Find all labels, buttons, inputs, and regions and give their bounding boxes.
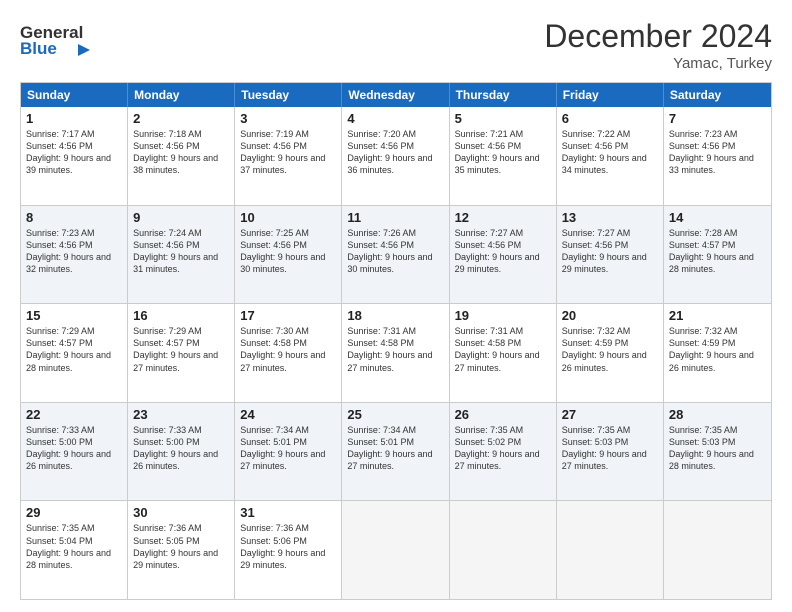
cell-dec15: 15 Sunrise: 7:29 AMSunset: 4:57 PMDaylig… [21, 304, 128, 402]
cell-dec7: 7 Sunrise: 7:23 AMSunset: 4:56 PMDayligh… [664, 107, 771, 205]
cell-dec23: 23 Sunrise: 7:33 AMSunset: 5:00 PMDaylig… [128, 403, 235, 501]
cell-dec16: 16 Sunrise: 7:29 AMSunset: 4:57 PMDaylig… [128, 304, 235, 402]
header: General Blue December 2024 Yamac, Turkey [20, 18, 772, 72]
cell-empty-3 [557, 501, 664, 599]
cell-dec20: 20 Sunrise: 7:32 AMSunset: 4:59 PMDaylig… [557, 304, 664, 402]
cell-dec8: 8 Sunrise: 7:23 AMSunset: 4:56 PMDayligh… [21, 206, 128, 304]
title-block: December 2024 Yamac, Turkey [544, 18, 772, 72]
cell-dec24: 24 Sunrise: 7:34 AMSunset: 5:01 PMDaylig… [235, 403, 342, 501]
cell-dec31: 31 Sunrise: 7:36 AMSunset: 5:06 PMDaylig… [235, 501, 342, 599]
calendar: Sunday Monday Tuesday Wednesday Thursday… [20, 82, 772, 600]
header-sunday: Sunday [21, 83, 128, 107]
cell-empty-4 [664, 501, 771, 599]
cell-dec4: 4 Sunrise: 7:20 AMSunset: 4:56 PMDayligh… [342, 107, 449, 205]
cell-dec1: 1 Sunrise: 7:17 AMSunset: 4:56 PMDayligh… [21, 107, 128, 205]
cell-dec13: 13 Sunrise: 7:27 AMSunset: 4:56 PMDaylig… [557, 206, 664, 304]
cell-dec21: 21 Sunrise: 7:32 AMSunset: 4:59 PMDaylig… [664, 304, 771, 402]
week-2: 8 Sunrise: 7:23 AMSunset: 4:56 PMDayligh… [21, 206, 771, 305]
calendar-header: Sunday Monday Tuesday Wednesday Thursday… [21, 83, 771, 107]
header-friday: Friday [557, 83, 664, 107]
cell-dec14: 14 Sunrise: 7:28 AMSunset: 4:57 PMDaylig… [664, 206, 771, 304]
week-1: 1 Sunrise: 7:17 AMSunset: 4:56 PMDayligh… [21, 107, 771, 206]
location: Yamac, Turkey [544, 55, 772, 72]
cell-dec19: 19 Sunrise: 7:31 AMSunset: 4:58 PMDaylig… [450, 304, 557, 402]
cell-dec29: 29 Sunrise: 7:35 AMSunset: 5:04 PMDaylig… [21, 501, 128, 599]
header-wednesday: Wednesday [342, 83, 449, 107]
week-5: 29 Sunrise: 7:35 AMSunset: 5:04 PMDaylig… [21, 501, 771, 599]
cell-dec3: 3 Sunrise: 7:19 AMSunset: 4:56 PMDayligh… [235, 107, 342, 205]
cell-dec9: 9 Sunrise: 7:24 AMSunset: 4:56 PMDayligh… [128, 206, 235, 304]
cell-dec17: 17 Sunrise: 7:30 AMSunset: 4:58 PMDaylig… [235, 304, 342, 402]
week-3: 15 Sunrise: 7:29 AMSunset: 4:57 PMDaylig… [21, 304, 771, 403]
cell-dec25: 25 Sunrise: 7:34 AMSunset: 5:01 PMDaylig… [342, 403, 449, 501]
cell-dec12: 12 Sunrise: 7:27 AMSunset: 4:56 PMDaylig… [450, 206, 557, 304]
header-monday: Monday [128, 83, 235, 107]
cell-dec11: 11 Sunrise: 7:26 AMSunset: 4:56 PMDaylig… [342, 206, 449, 304]
cell-dec10: 10 Sunrise: 7:25 AMSunset: 4:56 PMDaylig… [235, 206, 342, 304]
cell-dec18: 18 Sunrise: 7:31 AMSunset: 4:58 PMDaylig… [342, 304, 449, 402]
cell-empty-2 [450, 501, 557, 599]
cell-dec2: 2 Sunrise: 7:18 AMSunset: 4:56 PMDayligh… [128, 107, 235, 205]
header-tuesday: Tuesday [235, 83, 342, 107]
cell-dec5: 5 Sunrise: 7:21 AMSunset: 4:56 PMDayligh… [450, 107, 557, 205]
page: General Blue December 2024 Yamac, Turkey… [0, 0, 792, 612]
svg-text:Blue: Blue [20, 39, 57, 56]
cell-dec6: 6 Sunrise: 7:22 AMSunset: 4:56 PMDayligh… [557, 107, 664, 205]
cell-dec30: 30 Sunrise: 7:36 AMSunset: 5:05 PMDaylig… [128, 501, 235, 599]
header-thursday: Thursday [450, 83, 557, 107]
cell-dec22: 22 Sunrise: 7:33 AMSunset: 5:00 PMDaylig… [21, 403, 128, 501]
header-saturday: Saturday [664, 83, 771, 107]
cell-dec26: 26 Sunrise: 7:35 AMSunset: 5:02 PMDaylig… [450, 403, 557, 501]
cell-dec28: 28 Sunrise: 7:35 AMSunset: 5:03 PMDaylig… [664, 403, 771, 501]
logo: General Blue [20, 18, 125, 56]
week-4: 22 Sunrise: 7:33 AMSunset: 5:00 PMDaylig… [21, 403, 771, 502]
calendar-body: 1 Sunrise: 7:17 AMSunset: 4:56 PMDayligh… [21, 107, 771, 599]
month-title: December 2024 [544, 18, 772, 55]
cell-dec27: 27 Sunrise: 7:35 AMSunset: 5:03 PMDaylig… [557, 403, 664, 501]
logo-svg: General Blue [20, 18, 125, 56]
cell-empty-1 [342, 501, 449, 599]
